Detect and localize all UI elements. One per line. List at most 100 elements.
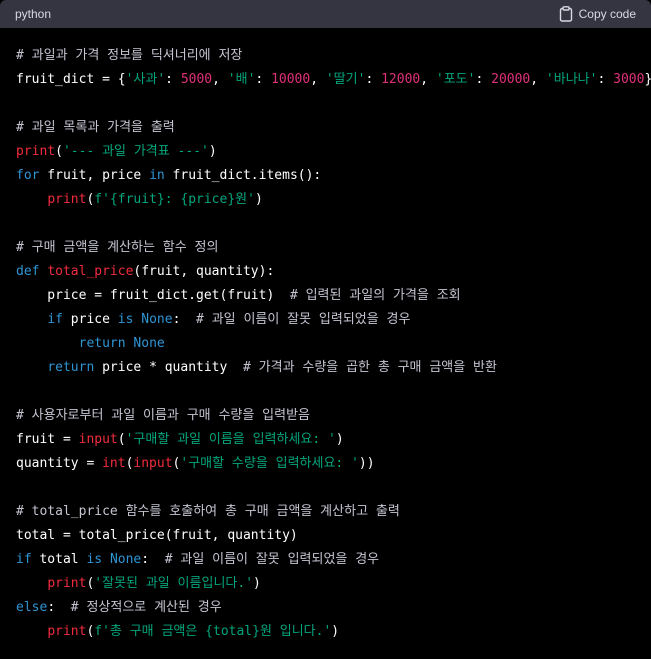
code-keyword: if: [16, 552, 32, 567]
code-keyword: if: [47, 312, 63, 327]
code-comment: # 과일 이름이 잘못 입력되었을 경우: [164, 552, 380, 567]
code-line: ​: [16, 476, 635, 500]
code-string: f'총 구매 금액은 {total}원 입니다.': [94, 624, 332, 639]
code-function: input: [133, 456, 173, 471]
code-keyword: return: [78, 336, 126, 351]
code-content: # 과일과 가격 정보를 딕셔너리에 저장 fruit_dict = {'사과':…: [0, 28, 651, 644]
copy-code-button[interactable]: Copy code: [559, 6, 636, 22]
code-line: fruit = input('구매할 과일 이름을 입력하세요: '): [16, 428, 635, 452]
code-string: '사과': [125, 72, 166, 87]
code-text: ): [208, 144, 217, 159]
code-keyword: for: [16, 168, 40, 183]
code-text: quantity =: [16, 456, 103, 471]
code-function: int: [102, 456, 126, 471]
code-comment: # 구매 금액을 계산하는 함수 정의: [16, 240, 219, 255]
code-number: 5000: [180, 72, 213, 87]
code-text: ): [254, 192, 263, 207]
code-keyword: def: [16, 264, 40, 279]
code-text: (: [117, 432, 126, 447]
clipboard-icon: [559, 6, 573, 22]
code-line: # 사용자로부터 과일 이름과 구매 수량을 입력받음: [16, 404, 635, 428]
code-text: ): [335, 432, 344, 447]
code-string: '바나나': [545, 72, 598, 87]
code-function: print: [47, 192, 87, 207]
code-text: :: [255, 72, 272, 87]
code-function: print: [16, 144, 56, 159]
code-line: price = fruit_dict.get(fruit) # 입력된 과일의 …: [16, 284, 635, 308]
code-line: if total is None: # 과일 이름이 잘못 입력되었을 경우: [16, 548, 635, 572]
code-string: '잘못된 과일 이름입니다.': [94, 576, 254, 591]
code-line: ​: [16, 380, 635, 404]
code-text: :: [597, 72, 614, 87]
code-text: total = total_price(fruit, quantity): [16, 528, 298, 543]
code-text: fruit =: [16, 432, 79, 447]
code-line: else: # 정상적으로 계산된 경우: [16, 596, 635, 620]
code-text: ,: [420, 72, 436, 87]
code-line: # 과일과 가격 정보를 딕셔너리에 저장: [16, 44, 635, 68]
code-line: total = total_price(fruit, quantity): [16, 524, 635, 548]
code-keyword: None: [133, 336, 165, 351]
language-label: python: [15, 7, 52, 21]
code-comment: # 과일 목록과 가격을 출력: [16, 120, 175, 135]
code-line: print(f'{fruit}: {price}원'): [16, 188, 635, 212]
code-text: fruit_dict = {: [16, 72, 126, 87]
code-line: # 과일 목록과 가격을 출력: [16, 116, 635, 140]
code-string: '배': [227, 72, 256, 87]
code-string: '구매할 수량을 입력하세요: ': [180, 456, 359, 471]
code-text: (: [55, 144, 63, 159]
code-keyword: return: [47, 360, 95, 375]
code-text: :: [47, 600, 71, 615]
code-header: python Copy code: [0, 0, 651, 28]
code-text: fruit, price: [39, 168, 150, 183]
code-block: python Copy code # 과일과 가격 정보를 딕셔너리에 저장 fr…: [0, 0, 651, 659]
code-comment: # 가격과 수량을 곱한 총 구매 금액을 반환: [243, 360, 497, 375]
code-text: }: [644, 72, 651, 87]
code-string: '구매할 과일 이름을 입력하세요: ': [125, 432, 336, 447]
code-number: 10000: [271, 72, 311, 87]
code-function: print: [47, 576, 87, 591]
code-line: # 구매 금액을 계산하는 함수 정의: [16, 236, 635, 260]
code-line: if price is None: # 과일 이름이 잘못 입력되었을 경우: [16, 308, 635, 332]
code-comment: # 사용자로부터 과일 이름과 구매 수량을 입력받음: [16, 408, 310, 423]
code-function: total_price: [47, 264, 134, 279]
code-text: (fruit, quantity):: [133, 264, 275, 279]
code-comment: # 과일과 가격 정보를 딕셔너리에 저장: [16, 48, 243, 63]
code-text: ,: [530, 72, 546, 87]
code-text: ): [331, 624, 340, 639]
code-keyword: else: [16, 600, 48, 615]
code-number: 3000: [613, 72, 645, 87]
code-text: price * quantity: [94, 360, 243, 375]
code-line: def total_price(fruit, quantity):: [16, 260, 635, 284]
code-text: :: [172, 312, 197, 327]
code-text: ,: [212, 72, 228, 87]
code-line: return None: [16, 332, 635, 356]
code-text: ,: [310, 72, 326, 87]
code-line: print('--- 과일 가격표 ---'): [16, 140, 635, 164]
code-string: '--- 과일 가격표 ---': [62, 144, 209, 159]
code-line: print(f'총 구매 금액은 {total}원 입니다.'): [16, 620, 635, 644]
code-text: total: [31, 552, 87, 567]
code-line: # total_price 함수를 호출하여 총 구매 금액을 계산하고 출력: [16, 500, 635, 524]
code-line: print('잘못된 과일 이름입니다.'): [16, 572, 635, 596]
copy-code-label: Copy code: [578, 7, 636, 21]
code-keyword: in: [149, 168, 165, 183]
code-text: price: [62, 312, 118, 327]
code-line: ​: [16, 212, 635, 236]
code-line: quantity = int(input('구매할 수량을 입력하세요: ')): [16, 452, 635, 476]
code-string: '딸기': [325, 72, 366, 87]
code-line: fruit_dict = {'사과': 5000, '배': 10000, '딸…: [16, 68, 651, 92]
code-keyword: None: [141, 312, 173, 327]
code-text: :: [365, 72, 382, 87]
code-text: fruit_dict.items():: [164, 168, 322, 183]
code-text: ): [253, 576, 261, 591]
code-line: for fruit, price in fruit_dict.items():: [16, 164, 635, 188]
code-text: )): [358, 456, 375, 471]
code-text: :: [141, 552, 165, 567]
code-string: '포도': [435, 72, 476, 87]
